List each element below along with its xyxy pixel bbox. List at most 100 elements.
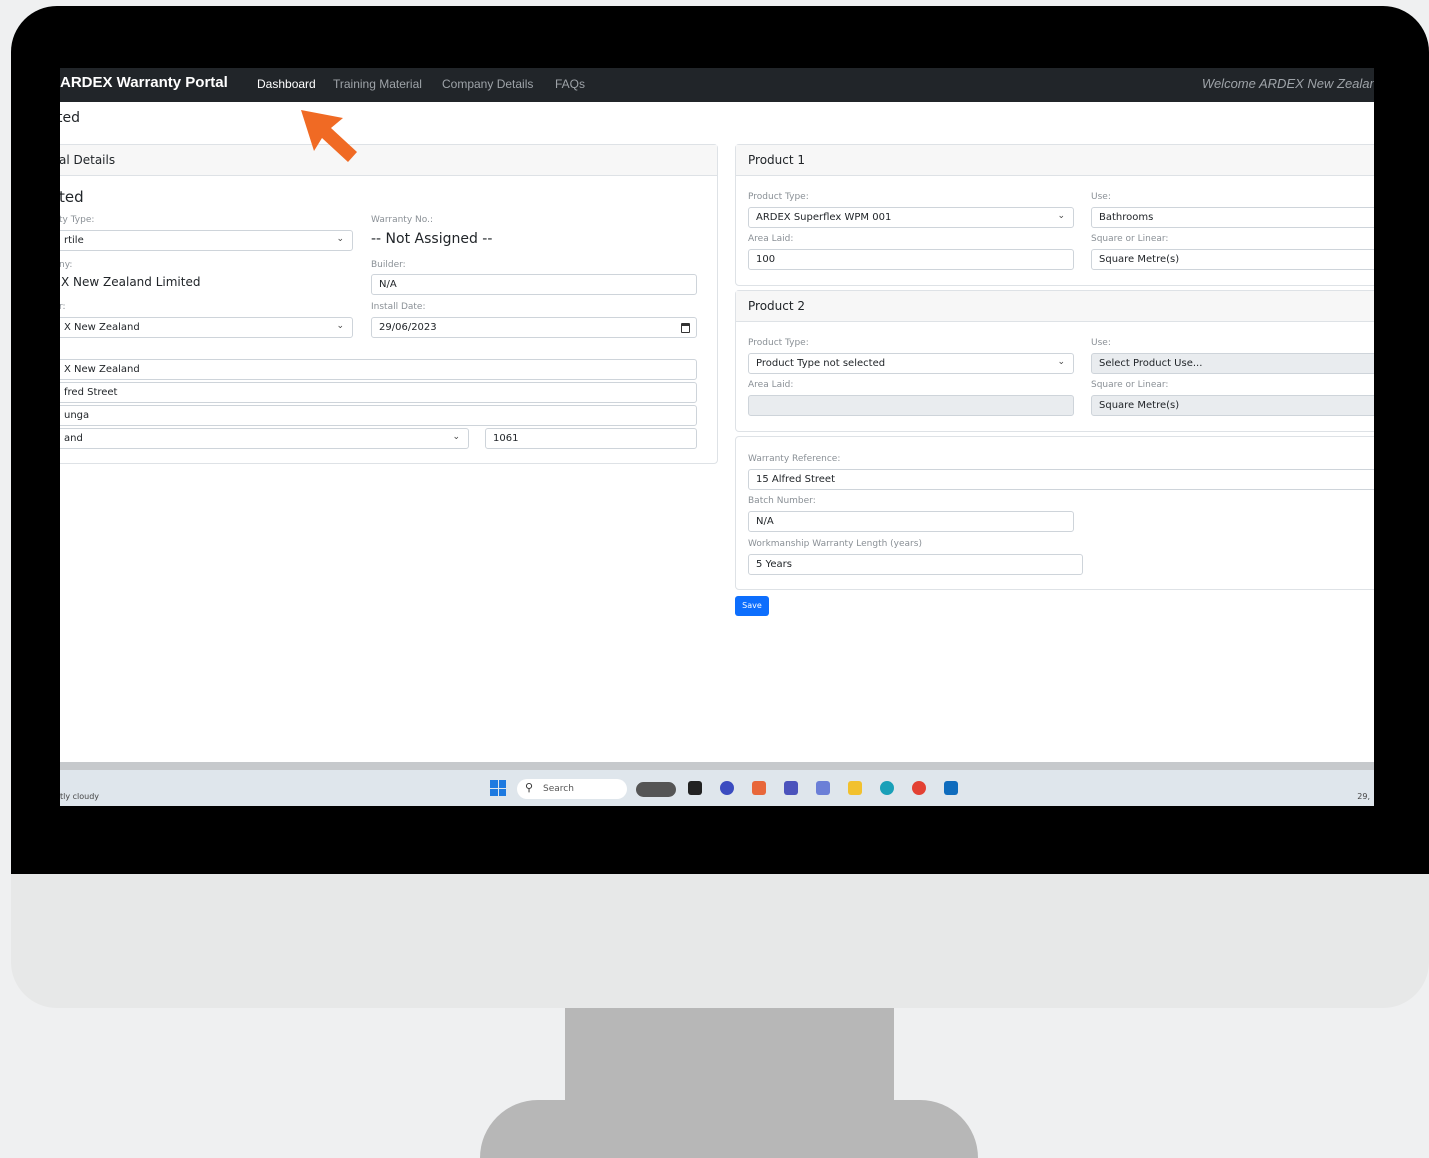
page-title: ted	[60, 110, 80, 126]
chevron-down-icon: ⌄	[1057, 211, 1065, 221]
product-type-label: Product Type:	[748, 338, 809, 348]
nav-company-details[interactable]: Company Details	[442, 77, 533, 91]
navbar: ARDEX Warranty Portal Dashboard Training…	[60, 68, 1374, 102]
use-label: Use:	[1091, 192, 1111, 202]
product-2-use-select[interactable]: Select Product Use...	[1091, 353, 1374, 374]
product-2-type-select[interactable]: Product Type not selected ⌄	[748, 353, 1074, 374]
save-button[interactable]: Save	[735, 596, 769, 616]
card-title: al Details	[60, 153, 116, 167]
card-header: al Details	[60, 145, 717, 176]
address-street-input[interactable]: fred Street	[60, 382, 697, 403]
card-title: Product 1	[748, 153, 806, 167]
product-2-unit-value: Square Metre(s)	[1099, 400, 1180, 411]
address-street-value: fred Street	[64, 387, 118, 398]
product-1-unit-select[interactable]: Square Metre(s)	[1091, 249, 1374, 270]
product-2-use-value: Select Product Use...	[1099, 358, 1203, 369]
area-label: Area Laid:	[748, 234, 794, 244]
warranty-reference-input[interactable]: 15 Alfred Street	[748, 469, 1374, 490]
edge-icon[interactable]	[880, 781, 894, 795]
postcode-value: 1061	[493, 433, 519, 444]
section-heading: ted	[60, 188, 84, 206]
address-suburb-input[interactable]: unga	[60, 405, 697, 426]
chevron-down-icon: ⌄	[336, 321, 344, 331]
screen: ARDEX Warranty Portal Dashboard Training…	[60, 68, 1374, 806]
product-2-area-input[interactable]	[748, 395, 1074, 416]
builder-label: Builder:	[371, 260, 406, 270]
scrollbar-track[interactable]	[60, 762, 1374, 770]
product-2-card: Product 2 Product Type: Product Type not…	[735, 290, 1374, 432]
warranty-type-label: ty Type:	[60, 215, 95, 225]
product-2-unit-select[interactable]: Square Metre(s)	[1091, 395, 1374, 416]
builder-input[interactable]: N/A	[371, 274, 697, 295]
brand-title[interactable]: ARDEX Warranty Portal	[60, 74, 228, 91]
app-icon[interactable]	[752, 781, 766, 795]
calendar-icon[interactable]	[681, 323, 690, 333]
general-details-card: al Details ted ty Type: rtile ⌄ Warranty…	[60, 144, 718, 464]
nav-faqs[interactable]: FAQs	[555, 77, 585, 91]
installer-value: X New Zealand	[64, 322, 140, 333]
unit-label: Square or Linear:	[1091, 380, 1169, 390]
file-explorer-icon[interactable]	[848, 781, 862, 795]
product-1-use-select[interactable]: Bathrooms	[1091, 207, 1374, 228]
windows-start-icon[interactable]	[490, 780, 506, 796]
search-icon: ⚲	[525, 781, 534, 794]
region-select[interactable]: and ⌄	[60, 428, 469, 449]
nav-dashboard[interactable]: Dashboard	[257, 77, 316, 91]
clock-text: 29,	[1357, 792, 1370, 801]
chrome-icon[interactable]	[912, 781, 926, 795]
warranty-no-label: Warranty No.:	[371, 215, 433, 225]
card-title: Product 2	[748, 299, 806, 313]
product-1-type-value: ARDEX Superflex WPM 001	[756, 212, 892, 223]
product-1-unit-value: Square Metre(s)	[1099, 254, 1180, 265]
warranty-length-select[interactable]: 5 Years	[748, 554, 1083, 575]
installer-label: r:	[60, 302, 66, 312]
unit-label: Square or Linear:	[1091, 234, 1169, 244]
warranty-type-select[interactable]: rtile ⌄	[60, 230, 353, 251]
install-date-value: 29/06/2023	[379, 322, 437, 333]
widget-pill[interactable]	[636, 782, 676, 797]
batch-number-label: Batch Number:	[748, 496, 816, 506]
product-1-area-value: 100	[756, 254, 776, 265]
warranty-length-value: 5 Years	[756, 559, 792, 570]
install-date-label: Install Date:	[371, 302, 426, 312]
product-1-area-input[interactable]: 100	[748, 249, 1074, 270]
builder-value: N/A	[379, 279, 397, 290]
warranty-reference-value: 15 Alfred Street	[756, 474, 835, 485]
warranty-card: Warranty Reference: 15 Alfred Street Bat…	[735, 436, 1374, 590]
app-icon[interactable]	[816, 781, 830, 795]
teams-icon[interactable]	[784, 781, 798, 795]
use-label: Use:	[1091, 338, 1111, 348]
weather-text[interactable]: tly cloudy	[60, 792, 99, 801]
product-1-type-select[interactable]: ARDEX Superflex WPM 001 ⌄	[748, 207, 1074, 228]
chevron-down-icon: ⌄	[452, 432, 460, 442]
address-name-value: X New Zealand	[64, 364, 140, 375]
product-1-use-value: Bathrooms	[1099, 212, 1154, 223]
installer-select[interactable]: X New Zealand ⌄	[60, 317, 353, 338]
warranty-length-label: Workmanship Warranty Length (years)	[748, 539, 922, 549]
warranty-type-value: rtile	[64, 235, 84, 246]
windows-taskbar: tly cloudy ⚲ Search 29,	[60, 770, 1374, 806]
chat-icon[interactable]	[720, 781, 734, 795]
company-label: ny:	[60, 260, 73, 270]
chevron-down-icon: ⌄	[1057, 357, 1065, 367]
postcode-input[interactable]: 1061	[485, 428, 697, 449]
address-name-input[interactable]: X New Zealand	[60, 359, 697, 380]
batch-number-input[interactable]: N/A	[748, 511, 1074, 532]
monitor-base	[480, 1060, 978, 1158]
batch-number-value: N/A	[756, 516, 774, 527]
region-value: and	[64, 433, 83, 444]
taskbar-search[interactable]: ⚲ Search	[517, 779, 627, 799]
address-suburb-value: unga	[64, 410, 90, 421]
install-date-input[interactable]: 29/06/2023	[371, 317, 697, 338]
warranty-no-value: -- Not Assigned --	[371, 231, 493, 247]
task-view-icon[interactable]	[688, 781, 702, 795]
company-value: X New Zealand Limited	[61, 275, 201, 289]
card-header: Product 1	[736, 145, 1374, 176]
product-2-type-value: Product Type not selected	[756, 358, 886, 369]
chevron-down-icon: ⌄	[336, 234, 344, 244]
product-type-label: Product Type:	[748, 192, 809, 202]
area-label: Area Laid:	[748, 380, 794, 390]
nav-training-material[interactable]: Training Material	[333, 77, 422, 91]
outlook-icon[interactable]	[944, 781, 958, 795]
product-1-card: Product 1 Product Type: ARDEX Superflex …	[735, 144, 1374, 286]
